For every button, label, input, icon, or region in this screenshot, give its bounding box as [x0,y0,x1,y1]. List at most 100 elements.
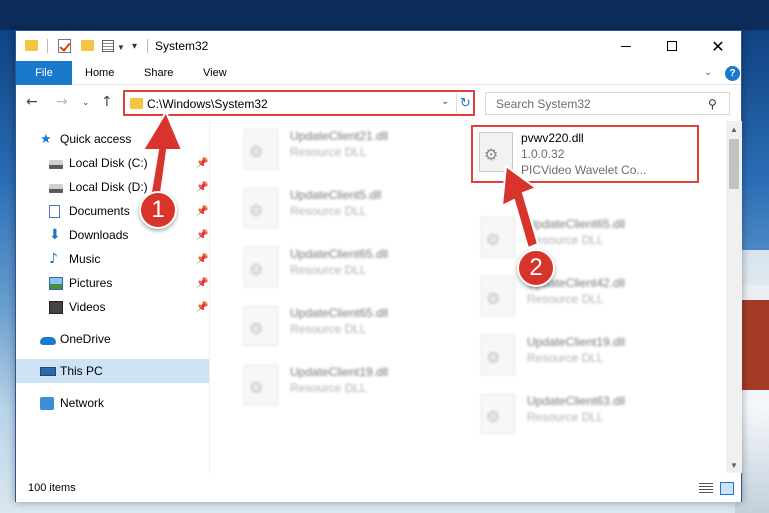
status-bar: 100 items [16,475,741,502]
list-item[interactable]: UpdateClient5.dll Resource DLL [234,182,464,238]
search-icon[interactable]: ⚲ [708,97,717,111]
file-description: PICVideo Wavelet Co... [521,163,647,177]
file-type: Resource DLL [527,410,604,424]
dll-file-icon [244,188,278,228]
tab-view[interactable]: View [203,61,227,85]
file-explorer-window: ▼ ▾ System32 ✕ File Home Share View ⌄ ? … [15,30,742,502]
list-item[interactable]: UpdateClient63.dll Resource DLL [471,388,701,444]
list-item[interactable]: UpdateClient19.dll Resource DLL [471,329,701,385]
sidebar-item-quick-access[interactable]: ★ Quick access [16,127,209,151]
sidebar-item-documents[interactable]: Documents 📌 [16,199,209,223]
properties-check-icon[interactable] [58,39,71,53]
pin-icon: 📌 [196,253,209,265]
disk-icon [49,160,63,169]
tab-home[interactable]: Home [85,61,114,85]
desktop-background [0,0,769,30]
window-title: System32 [155,39,209,53]
sidebar-item-onedrive[interactable]: OneDrive [16,327,209,351]
sidebar-item-downloads[interactable]: ⬇ Downloads 📌 [16,223,209,247]
sidebar-item-local-disk-c[interactable]: Local Disk (C:) 📌 [16,151,209,175]
vertical-scrollbar[interactable]: ▲ ▼ [726,121,742,473]
tab-share[interactable]: Share [144,61,173,85]
sidebar-item-pictures[interactable]: Pictures 📌 [16,271,209,295]
tab-file[interactable]: File [16,61,72,85]
chevron-down-icon[interactable]: ⌄ [441,96,449,107]
chevron-down-icon[interactable]: ▼ [117,43,125,52]
list-item[interactable]: UpdateClient21.dll Resource DLL [234,123,464,179]
list-item[interactable]: UpdateClient42.dll Resource DLL [471,270,701,326]
refresh-icon[interactable]: ↻ [456,93,474,113]
pane-divider [209,121,210,473]
list-item[interactable]: UpdateClient65.dll Resource DLL [471,211,701,267]
quick-access-dropdown-icon[interactable]: ▾ [132,41,137,52]
title-bar: ▼ ▾ System32 ✕ [16,31,741,61]
step-2-badge: 2 [517,249,555,287]
sidebar-item-music[interactable]: ♪ Music 📌 [16,247,209,271]
sidebar-item-videos[interactable]: Videos 📌 [16,295,209,319]
sidebar-item-label: Pictures [69,276,113,290]
desktop-wallpaper-house [742,300,769,390]
pc-icon [40,366,56,376]
list-item[interactable]: UpdateClient65.dll Resource DLL [234,300,464,356]
file-type: Resource DLL [290,204,367,218]
large-icons-view-icon[interactable] [720,482,734,495]
address-bar-row: ← → ⌄ ↑ C:\Windows\System32 ⌄ ↻ Search S… [16,86,741,120]
file-type: Resource DLL [290,381,367,395]
new-folder-icon[interactable] [81,40,94,51]
scroll-up-icon[interactable]: ▲ [726,121,742,137]
toolbar-divider [147,39,148,53]
file-name: UpdateClient65.dll [527,217,626,231]
sidebar-item-network[interactable]: Network [16,391,209,415]
dll-file-icon [479,132,513,172]
highlighted-file-item[interactable]: pvwv220.dll 1.0.0.32 PICVideo Wavelet Co… [471,125,699,183]
pin-icon: 📌 [196,205,209,217]
list-item[interactable]: UpdateClient65.dll Resource DLL [234,241,464,297]
sidebar-item-label: Documents [69,204,130,218]
documents-icon [49,204,60,218]
up-arrow-icon[interactable]: ↑ [101,94,113,110]
back-arrow-icon[interactable]: ← [26,94,38,110]
minimize-button[interactable] [603,31,649,61]
help-icon[interactable]: ? [725,66,740,81]
music-icon: ♪ [49,250,58,267]
pin-icon: 📌 [196,157,209,169]
pin-icon: 📌 [196,181,209,193]
sidebar-item-label: Music [69,252,101,266]
toolbar-divider [47,39,48,53]
customize-quick-access-icon[interactable] [102,40,114,52]
sidebar-item-label: This PC [60,364,103,378]
file-type: Resource DLL [527,292,604,306]
list-item[interactable]: UpdateClient19.dll Resource DLL [234,359,464,415]
file-name: pvwv220.dll [521,131,584,145]
sidebar-item-label: Local Disk (C:) [69,156,148,170]
dll-file-icon [481,394,515,434]
file-version: 1.0.0.32 [521,147,565,161]
forward-arrow-icon[interactable]: → [56,94,68,110]
ribbon-tabs: File Home Share View ⌄ ? [16,61,741,85]
scrollbar-thumb[interactable] [729,139,739,189]
file-name: UpdateClient21.dll [290,129,389,143]
dll-file-icon [244,306,278,346]
sidebar-item-local-disk-d[interactable]: Local Disk (D:) 📌 [16,175,209,199]
sidebar-item-label: Quick access [60,132,132,146]
dll-file-icon [244,365,278,405]
address-bar[interactable]: C:\Windows\System32 ⌄ [123,90,475,116]
expand-ribbon-icon[interactable]: ⌄ [704,67,714,78]
star-icon: ★ [40,131,52,147]
minimize-icon [621,45,631,47]
dll-file-icon [481,217,515,257]
details-view-icon[interactable] [699,483,713,494]
sidebar-item-label: OneDrive [60,332,111,346]
maximize-button[interactable] [649,31,695,61]
onedrive-icon [40,336,56,345]
scroll-down-icon[interactable]: ▼ [726,457,742,473]
pin-icon: 📌 [196,301,209,313]
close-button[interactable]: ✕ [695,31,741,61]
item-count: 100 items [28,482,76,494]
search-box[interactable]: Search System32 ⚲ [485,92,730,115]
dll-file-icon [481,335,515,375]
address-path[interactable]: C:\Windows\System32 [147,97,268,111]
sidebar-item-this-pc[interactable]: This PC [16,359,209,383]
recent-locations-icon[interactable]: ⌄ [82,98,90,108]
search-input[interactable]: Search System32 [496,97,591,111]
